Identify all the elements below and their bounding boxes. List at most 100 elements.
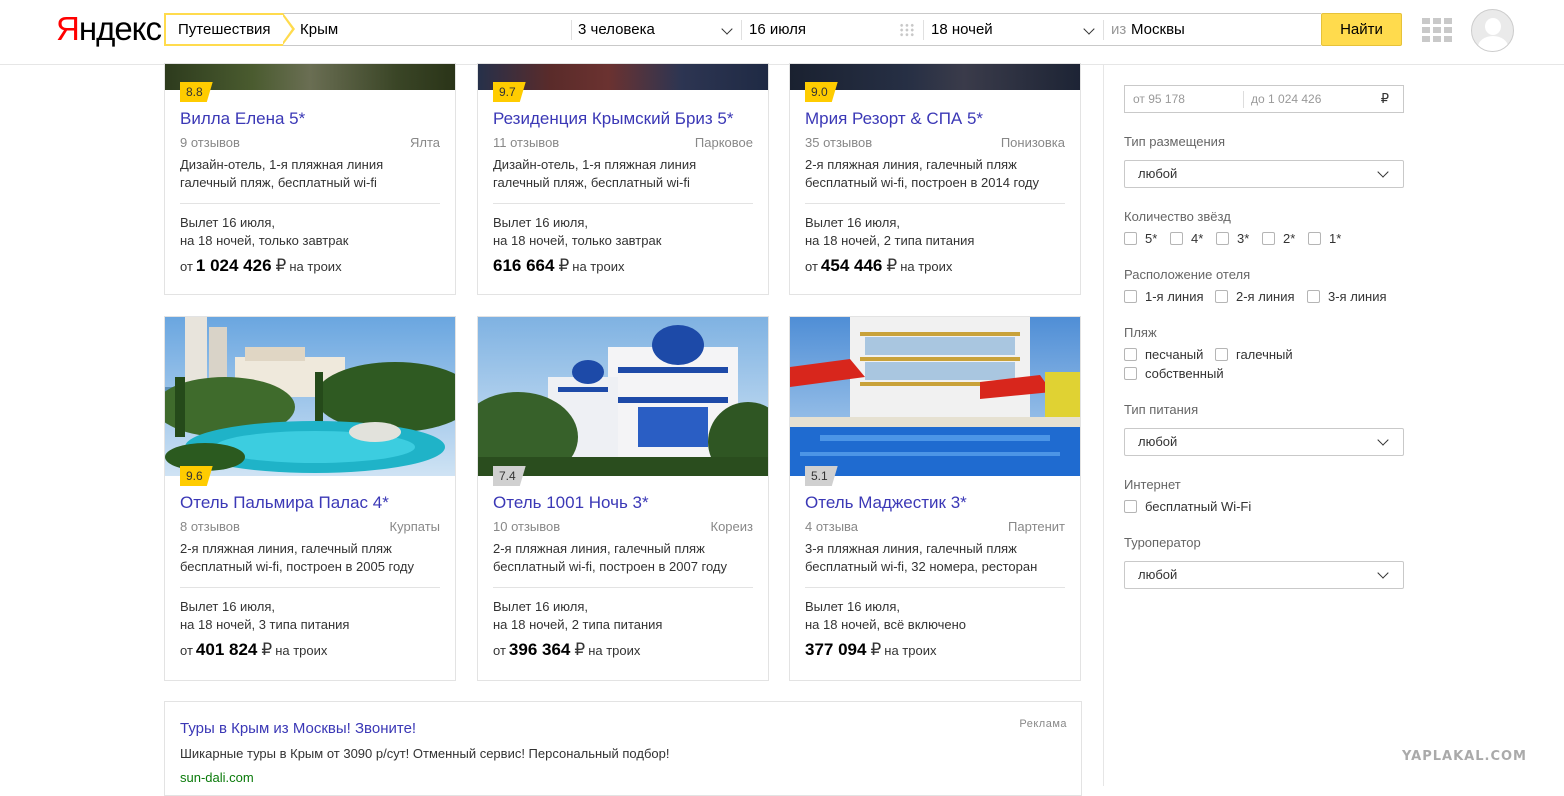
hotel-card[interactable]: 9.6 Отель Пальмира Палас 4* 8 отзывов Кур… (164, 316, 456, 681)
star-checkbox-3[interactable]: 3* (1216, 231, 1249, 246)
user-avatar[interactable] (1471, 9, 1514, 52)
people-select[interactable]: 3 человека (578, 14, 655, 45)
chevron-down-icon[interactable] (1083, 23, 1095, 35)
price-line: от 454 446 ₽ на троих (805, 256, 1065, 276)
logo-rest: ндекс (78, 10, 162, 47)
reviews-link[interactable]: 9 отзывов (180, 135, 240, 150)
flight-line: на 18 ночей, всё включено (805, 617, 967, 632)
filter-label: Тип питания (1124, 402, 1199, 417)
departure-city-field[interactable]: Москвы (1131, 14, 1185, 45)
flight-line: на 18 ночей, только завтрак (493, 233, 662, 248)
ad-text: Шикарные туры в Крым от 3090 р/сут! Отме… (180, 746, 670, 761)
checkbox-label: галечный (1236, 347, 1293, 362)
hotel-title[interactable]: Мрия Резорт & СПА 5* (805, 109, 1065, 129)
beach-checkbox-sand[interactable]: песчаный (1124, 347, 1203, 362)
price-value: 377 094 (805, 640, 867, 659)
card-content: Отель Пальмира Палас 4* 8 отзывов Курпаты… (180, 493, 440, 660)
hotel-photo[interactable] (790, 317, 1080, 476)
price-line: от 1 024 426 ₽ на троих (180, 256, 440, 276)
service-tag[interactable]: Путешествия (164, 13, 295, 46)
hotel-desc-line: бесплатный wi-fi, построен в 2014 году (805, 175, 1040, 190)
star-checkbox-2[interactable]: 2* (1262, 231, 1295, 246)
card-content: Мрия Резорт & СПА 5* 35 отзывов Понизовка… (805, 109, 1065, 276)
meal-select[interactable]: любой (1124, 428, 1404, 456)
price-to-input[interactable]: до 1 024 426 (1251, 92, 1321, 106)
destination-field[interactable]: Крым (300, 14, 338, 45)
price-from-input[interactable]: от 95 178 (1133, 92, 1185, 106)
hotel-card[interactable]: 5.1 Отель Маджестик 3* 4 отзыва Партенит … (789, 316, 1081, 681)
price-value: 401 824 (195, 640, 258, 659)
price-prefix: от (180, 259, 193, 274)
operator-select[interactable]: любой (1124, 561, 1404, 589)
reviews-link[interactable]: 8 отзывов (180, 519, 240, 534)
chevron-down-icon (1377, 567, 1389, 579)
filter-label: Расположение отеля (1124, 267, 1251, 282)
hotel-desc-line: бесплатный wi-fi, 32 номера, ресторан (805, 559, 1038, 574)
hotel-card[interactable]: 9.7 Резиденция Крымский Бриз 5* 11 отзыв… (477, 63, 769, 295)
reviews-link[interactable]: 11 отзывов (493, 135, 559, 150)
price-suffix: на троих (884, 643, 937, 658)
hotel-photo-art (790, 317, 1080, 476)
checkbox-label: 5* (1145, 231, 1158, 246)
accommodation-select[interactable]: любой (1124, 160, 1404, 188)
beach-checkbox-pebble[interactable]: галечный (1215, 347, 1293, 362)
separator (805, 203, 1065, 204)
hotel-photo-art (165, 317, 455, 476)
price-value: 1 024 426 (195, 256, 272, 275)
price-range-input[interactable]: от 95 178 до 1 024 426 ₽ (1124, 85, 1404, 113)
flight-line: Вылет 16 июля, (180, 215, 275, 230)
star-checkbox-5[interactable]: 5* (1124, 231, 1157, 246)
currency: ₽ (886, 256, 898, 275)
hotel-title[interactable]: Отель Пальмира Палас 4* (180, 493, 440, 513)
filter-label: Количество звёзд (1124, 209, 1231, 224)
hotel-title[interactable]: Резиденция Крымский Бриз 5* (493, 109, 753, 129)
hotel-desc-line: галечный пляж, бесплатный wi-fi (180, 175, 377, 190)
star-checkbox-1[interactable]: 1* (1308, 231, 1341, 246)
chevron-down-icon[interactable] (721, 23, 733, 35)
hotel-desc-line: галечный пляж, бесплатный wi-fi (493, 175, 690, 190)
beach-checkbox-private[interactable]: собственный (1124, 366, 1224, 381)
divider (1103, 20, 1104, 40)
nights-select[interactable]: 18 ночей (931, 14, 993, 45)
line-checkbox-3[interactable]: 3-я линия (1307, 289, 1387, 304)
wifi-checkbox[interactable]: бесплатный Wi-Fi (1124, 499, 1251, 514)
calendar-icon[interactable] (899, 23, 915, 37)
header: Яндекс Путешествия Крым 3 человека 16 ию… (0, 0, 1564, 65)
reviews-link[interactable]: 4 отзыва (805, 519, 858, 534)
select-value: любой (1138, 567, 1178, 582)
hotel-location: Ялта (409, 135, 440, 150)
rating-badge: 5.1 (805, 466, 838, 486)
hotel-desc-line: 2-я пляжная линия, галечный пляж (493, 541, 705, 556)
checkbox-label: 1* (1329, 231, 1342, 246)
ad-url[interactable]: sun-dali.com (180, 770, 254, 785)
yandex-logo[interactable]: Яндекс (56, 10, 162, 48)
flight-line: на 18 ночей, 2 типа питания (805, 233, 975, 248)
rating-badge: 8.8 (180, 82, 213, 102)
date-field[interactable]: 16 июля (749, 14, 806, 45)
checkbox-label: 1-я линия (1145, 289, 1204, 304)
hotel-photo[interactable] (478, 317, 768, 476)
hotel-title[interactable]: Вилла Елена 5* (180, 109, 440, 129)
hotel-card[interactable]: 7.4 Отель 1001 Ночь 3* 10 отзывов Кореиз … (477, 316, 769, 681)
flight-line: Вылет 16 июля, (805, 215, 900, 230)
line-checkbox-2[interactable]: 2-я линия (1215, 289, 1295, 304)
line-checkbox-1[interactable]: 1-я линия (1124, 289, 1204, 304)
reviews-link[interactable]: 10 отзывов (493, 519, 560, 534)
currency: ₽ (870, 640, 882, 659)
reviews-link[interactable]: 35 отзывов (805, 135, 872, 150)
price-prefix: от (805, 259, 818, 274)
price-line: от 401 824 ₽ на троих (180, 640, 440, 660)
price-suffix: на троих (572, 259, 625, 274)
hotel-desc-line: 2-я пляжная линия, галечный пляж (180, 541, 392, 556)
hotel-photo[interactable] (165, 317, 455, 476)
hotel-card[interactable]: 8.8 Вилла Елена 5* 9 отзывов Ялта Дизайн-… (164, 63, 456, 295)
hotel-title[interactable]: Отель Маджестик 3* (805, 493, 1065, 513)
checkbox-label: бесплатный Wi-Fi (1145, 499, 1252, 514)
price-suffix: на троих (289, 259, 342, 274)
ad-title[interactable]: Туры в Крым из Москвы! Звоните! (180, 720, 416, 737)
search-button[interactable]: Найти (1321, 13, 1402, 46)
hotel-card[interactable]: 9.0 Мрия Резорт & СПА 5* 35 отзывов Пониз… (789, 63, 1081, 295)
apps-grid-icon[interactable] (1422, 18, 1452, 42)
star-checkbox-4[interactable]: 4* (1170, 231, 1203, 246)
hotel-title[interactable]: Отель 1001 Ночь 3* (493, 493, 753, 513)
